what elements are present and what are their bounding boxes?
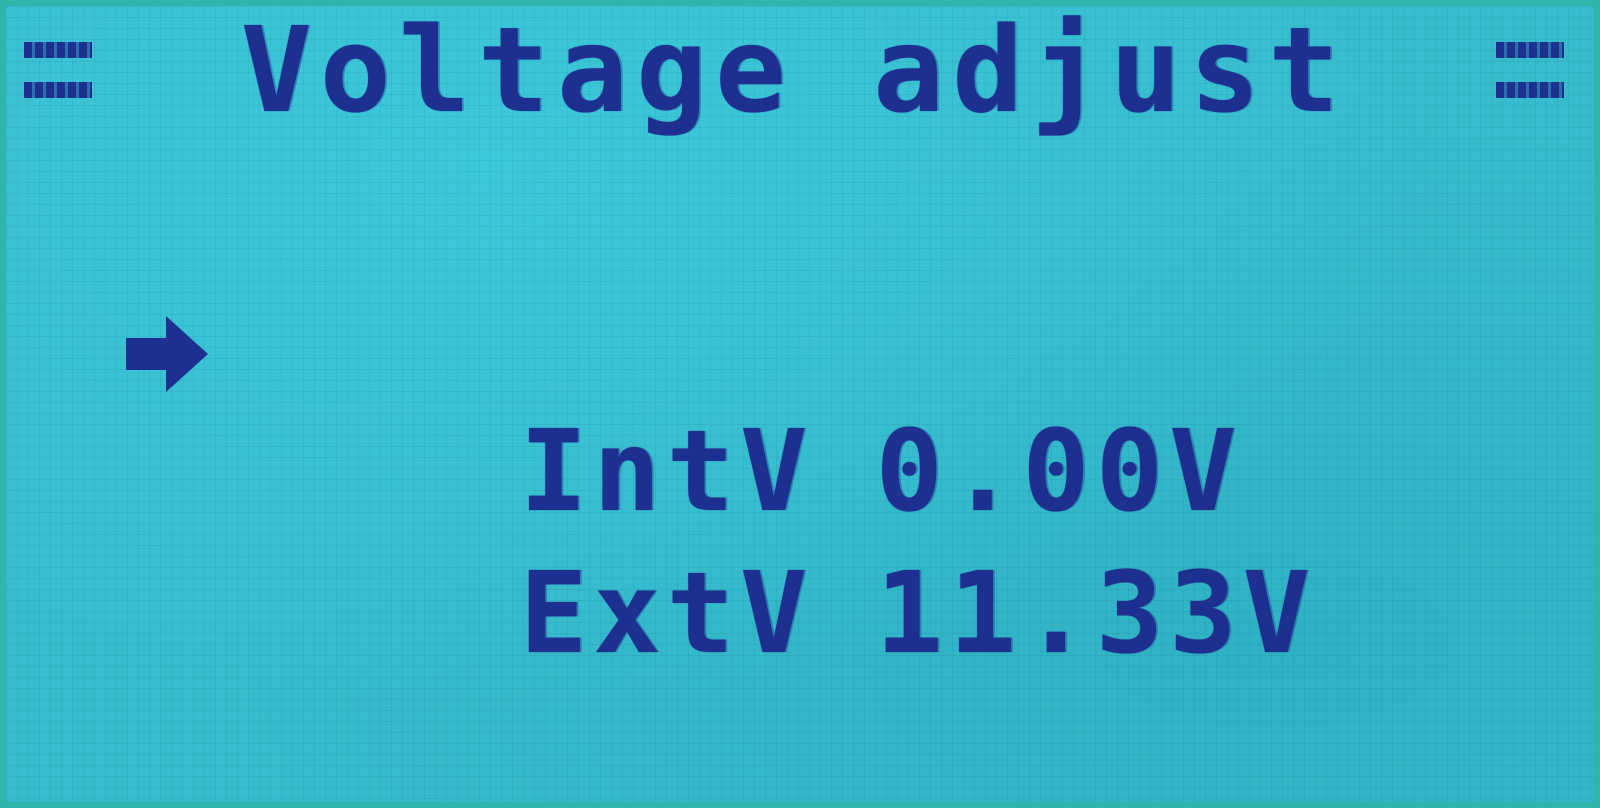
title-row: Voltage adjust xyxy=(24,11,1564,129)
menu-item-value: 11.33V xyxy=(875,549,1317,679)
menu-item-label: ExtV xyxy=(519,549,814,679)
title-left-equals-icon xyxy=(24,42,92,98)
menu-item-extv[interactable]: ExtV 11.33V xyxy=(226,446,1316,782)
title-right-equals-icon xyxy=(1496,42,1564,98)
arrow-right-icon xyxy=(126,316,208,392)
lcd-screen: Voltage adjust IntV 0.00V ExtV 11.33V xyxy=(0,0,1600,808)
screen-title: Voltage adjust xyxy=(240,1,1348,139)
